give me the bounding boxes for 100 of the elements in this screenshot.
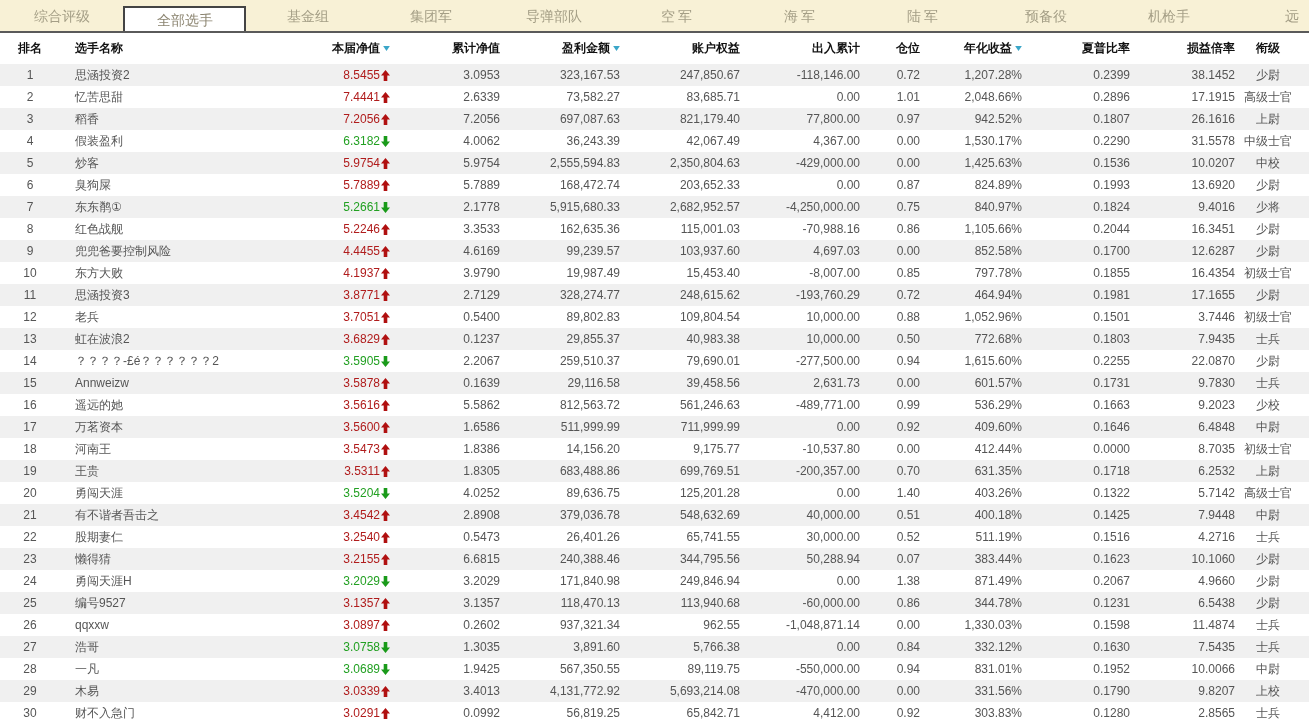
table-cell: 0.99 bbox=[896, 398, 920, 412]
table-cell: 10.0066 bbox=[1191, 662, 1235, 676]
rank-cell: 23 bbox=[23, 552, 37, 566]
table-cell: 0.00 bbox=[896, 134, 920, 148]
table-cell: 10.0207 bbox=[1191, 156, 1235, 170]
table-cell: 464.94% bbox=[974, 288, 1022, 302]
table-cell: 4.9660 bbox=[1198, 574, 1235, 588]
column-header[interactable]: 衔级 bbox=[1255, 40, 1280, 57]
table-cell: 40,983.38 bbox=[686, 332, 740, 346]
table-cell: 0.0992 bbox=[463, 706, 500, 720]
table-cell: 38.1452 bbox=[1191, 68, 1235, 82]
table-cell: 8.7035 bbox=[1198, 442, 1235, 456]
table-cell: 29,116.58 bbox=[567, 376, 620, 390]
column-header[interactable]: 排名 bbox=[18, 40, 42, 57]
rank-title-cell: 少校 bbox=[1255, 396, 1280, 414]
table-cell: 0.1639 bbox=[463, 376, 500, 390]
table-cell: 13.6920 bbox=[1191, 178, 1235, 192]
table-cell: 9.8207 bbox=[1198, 684, 1235, 698]
column-header[interactable]: 本届净值 bbox=[332, 40, 390, 57]
column-header[interactable]: 账户权益 bbox=[692, 40, 740, 57]
table-cell: 29,855.37 bbox=[566, 332, 620, 346]
rank-cell: 21 bbox=[23, 508, 37, 522]
rank-title-cell: 高级士官 bbox=[1243, 484, 1292, 502]
player-name: 红色战舰 bbox=[75, 220, 123, 238]
table-cell: 821,179.40 bbox=[679, 112, 740, 126]
rank-cell: 7 bbox=[26, 200, 34, 214]
table-cell: 5.9754 bbox=[463, 156, 500, 170]
table-cell: 19,987.49 bbox=[566, 266, 620, 280]
net-value: 3.5311 bbox=[344, 464, 380, 478]
table-cell: 0.72 bbox=[896, 68, 920, 82]
player-name: 兜兜爸要控制风险 bbox=[75, 242, 171, 260]
table-cell: 0.00 bbox=[896, 244, 920, 258]
player-name: 东东鹡① bbox=[75, 198, 122, 216]
rank-title-cell: 士兵 bbox=[1255, 638, 1280, 656]
net-value: 5.9754 bbox=[343, 156, 380, 170]
table-cell: 1.8386 bbox=[463, 442, 500, 456]
table-cell: -4,250,000.00 bbox=[785, 200, 860, 214]
table-cell: 937,321.34 bbox=[559, 618, 620, 632]
rank-cell: 5 bbox=[26, 156, 34, 170]
table-cell: -470,000.00 bbox=[795, 684, 860, 698]
table-cell: 332.12% bbox=[974, 640, 1022, 654]
table-cell: 26,401.26 bbox=[566, 530, 620, 544]
table-cell: 0.00 bbox=[836, 178, 860, 192]
table-cell: 3.2029 bbox=[463, 574, 500, 588]
rank-cell: 9 bbox=[26, 244, 34, 258]
table-cell: 0.1790 bbox=[1093, 684, 1130, 698]
rank-title-cell: 少尉 bbox=[1255, 594, 1280, 612]
column-header[interactable]: 选手名称 bbox=[75, 40, 123, 57]
tab[interactable]: 全部选手 bbox=[123, 6, 246, 31]
net-value: 5.7889 bbox=[343, 178, 380, 192]
rank-cell: 30 bbox=[23, 706, 37, 720]
column-header[interactable]: 夏普比率 bbox=[1082, 40, 1130, 57]
column-header[interactable]: 出入累计 bbox=[812, 40, 860, 57]
column-header[interactable]: 损益倍率 bbox=[1187, 40, 1235, 57]
table-cell: 0.2044 bbox=[1093, 222, 1130, 236]
rank-cell: 10 bbox=[23, 266, 37, 280]
rank-cell: 8 bbox=[26, 222, 34, 236]
table-cell: 0.92 bbox=[896, 706, 920, 720]
table-cell: -193,760.29 bbox=[795, 288, 860, 302]
table-cell: 1.01 bbox=[896, 90, 920, 104]
table-cell: 0.1803 bbox=[1093, 332, 1130, 346]
player-name: 王贵 bbox=[75, 462, 99, 480]
table-cell: 2.7129 bbox=[463, 288, 500, 302]
player-name: 有不谐者吾击之 bbox=[75, 506, 159, 524]
table-cell: 10,000.00 bbox=[806, 310, 860, 324]
table-cell: 0.1237 bbox=[463, 332, 500, 346]
table-cell: 0.50 bbox=[896, 332, 920, 346]
table-cell: 0.1536 bbox=[1093, 156, 1130, 170]
rank-title-cell: 上尉 bbox=[1255, 462, 1280, 480]
net-value: 3.0897 bbox=[343, 618, 380, 632]
column-header[interactable]: 仓位 bbox=[896, 40, 920, 57]
table-cell: 89,636.75 bbox=[566, 486, 620, 500]
player-name: 假装盈利 bbox=[75, 132, 123, 150]
column-header[interactable]: 年化收益 bbox=[964, 40, 1022, 57]
table-cell: 15,453.40 bbox=[686, 266, 740, 280]
table-cell: 0.2290 bbox=[1093, 134, 1130, 148]
rank-cell: 6 bbox=[26, 178, 34, 192]
column-header[interactable]: 盈利金额 bbox=[562, 40, 620, 57]
player-name: Annweizw bbox=[75, 376, 130, 390]
net-value: 3.5878 bbox=[343, 376, 380, 390]
player-name: qqxxw bbox=[75, 618, 109, 632]
column-header[interactable]: 累计净值 bbox=[452, 40, 500, 57]
table-cell: 0.1663 bbox=[1093, 398, 1130, 412]
player-name: 河南王 bbox=[75, 440, 111, 458]
table-cell: 0.1516 bbox=[1093, 530, 1130, 544]
rank-title-cell: 士兵 bbox=[1255, 704, 1280, 722]
table-cell: 0.2067 bbox=[1093, 574, 1130, 588]
table-cell: 7.5435 bbox=[1198, 640, 1235, 654]
table-cell: 5.7142 bbox=[1198, 486, 1235, 500]
table-cell: 9.4016 bbox=[1198, 200, 1235, 214]
player-name: 木易 bbox=[75, 682, 99, 700]
table-cell: 39,458.56 bbox=[686, 376, 740, 390]
table-cell: 16.3451 bbox=[1191, 222, 1235, 236]
table-cell: 0.00 bbox=[836, 574, 860, 588]
table-cell: 0.00 bbox=[896, 376, 920, 390]
rank-title-cell: 初级士官 bbox=[1243, 440, 1292, 458]
table-cell: 0.92 bbox=[896, 420, 920, 434]
net-value: 3.5600 bbox=[343, 420, 380, 434]
table-cell: 14,156.20 bbox=[566, 442, 620, 456]
table-cell: 7.9435 bbox=[1198, 332, 1235, 346]
